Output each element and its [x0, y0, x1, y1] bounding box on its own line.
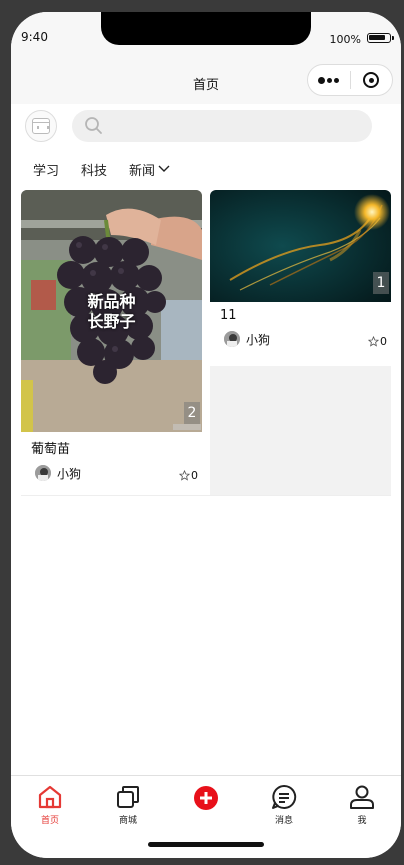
like-count-value: 0	[191, 469, 198, 482]
tab-label: 学习	[33, 163, 60, 179]
tab-study[interactable]: 学习	[33, 160, 59, 179]
like-count[interactable]: 0	[368, 335, 387, 348]
feed-divider	[21, 495, 391, 496]
author-name[interactable]: 小狗	[57, 465, 81, 482]
overlay-line-2: 长野子	[87, 312, 136, 331]
overlay-line-1: 新品种	[87, 292, 136, 311]
user-icon	[350, 785, 374, 809]
search-row	[11, 104, 401, 148]
light-streak-image	[210, 190, 391, 302]
tabbar-item-store[interactable]: 商城	[98, 782, 158, 826]
post-image-light-streak: 1	[210, 190, 391, 302]
tab-news[interactable]: 新闻	[129, 160, 170, 179]
post-card[interactable]: 1 11 小狗 0	[210, 190, 391, 366]
tabbar-item-messages[interactable]: 消息	[254, 782, 314, 826]
tabbar-label: 首页	[40, 816, 59, 826]
battery-percent: 100%	[329, 33, 361, 46]
star-icon	[368, 336, 379, 347]
author-name[interactable]: 小狗	[246, 331, 270, 348]
tabbar-item-me[interactable]: 我	[332, 782, 392, 826]
mini-program-capsule	[307, 64, 393, 96]
empty-card-placeholder	[210, 366, 391, 495]
search-bar[interactable]	[72, 110, 372, 142]
image-count-badge: 1	[373, 272, 389, 294]
post-title: 11	[220, 308, 237, 323]
tabbar-label: 消息	[274, 816, 293, 826]
tabbar-item-add[interactable]	[176, 782, 236, 813]
phone-frame: 9:40 100% 首页 学习 科技 新闻 新品种 长野子 2 葡萄苗 小狗 0…	[11, 12, 401, 858]
tab-tech[interactable]: 科技	[81, 160, 107, 179]
tabbar-label: 我	[357, 816, 367, 826]
message-icon	[272, 784, 297, 809]
post-card[interactable]: 新品种 长野子 2 葡萄苗 小狗 0	[21, 190, 202, 495]
star-icon	[179, 470, 190, 481]
avatar-placeholder-icon	[32, 118, 50, 134]
home-icon	[38, 785, 62, 809]
post-title: 葡萄苗	[31, 442, 71, 457]
author-avatar[interactable]	[35, 465, 51, 481]
status-time: 9:40	[21, 30, 48, 44]
chevron-down-icon	[158, 165, 170, 172]
post-meta: 小狗 0	[210, 327, 391, 353]
category-tabs: 学习 科技 新闻	[11, 155, 401, 183]
like-count[interactable]: 0	[179, 469, 198, 482]
author-avatar[interactable]	[224, 331, 240, 347]
battery-icon	[367, 33, 394, 43]
tab-label: 新闻	[129, 163, 156, 179]
store-icon	[117, 786, 139, 808]
image-overlay-text: 新品种 长野子	[21, 292, 202, 332]
post-image-grapes: 新品种 长野子 2	[21, 190, 202, 432]
tab-label: 科技	[81, 163, 108, 179]
avatar-button[interactable]	[25, 110, 57, 142]
home-indicator	[148, 842, 264, 847]
navigation-bar: 首页	[11, 62, 401, 104]
add-icon	[194, 786, 218, 810]
notch	[101, 12, 311, 45]
more-icon[interactable]	[308, 76, 350, 84]
post-meta: 小狗 0	[21, 461, 202, 487]
search-input[interactable]	[110, 110, 360, 142]
like-count-value: 0	[380, 335, 387, 348]
close-target-icon[interactable]	[350, 72, 392, 88]
tabbar-item-home[interactable]: 首页	[20, 782, 80, 826]
image-count-badge: 2	[184, 402, 200, 424]
search-icon	[85, 117, 102, 134]
tabbar-label: 商城	[118, 816, 137, 826]
